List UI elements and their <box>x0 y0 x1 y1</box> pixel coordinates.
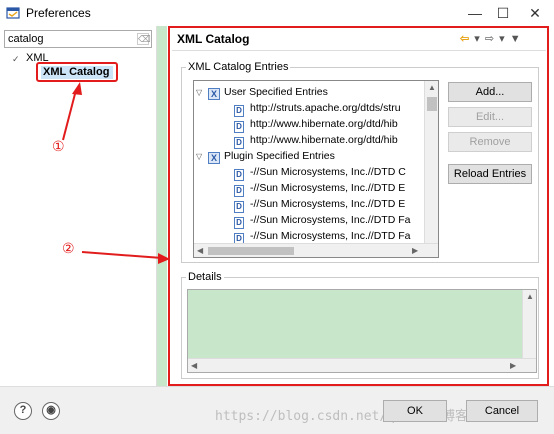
page-title: XML Catalog <box>177 32 250 46</box>
catalog-entry[interactable]: Dhttp://struts.apache.org/dtds/stru <box>234 100 401 117</box>
catalog-entry[interactable]: D -//Sun Microsystems, Inc.//DTD Fa <box>234 212 411 229</box>
xml-catalog-icon: X <box>208 88 220 100</box>
horizontal-scrollbar[interactable]: ◀ ▶ <box>194 243 438 257</box>
scroll-right-icon[interactable]: ▶ <box>412 246 418 255</box>
pane-divider[interactable] <box>157 26 167 386</box>
catalog-entry-label: -//Sun Microsystems, Inc.//DTD E <box>250 182 406 194</box>
catalog-entry[interactable]: Dhttp://www.hibernate.org/dtd/hib <box>234 132 398 149</box>
annotation-marker-2: ② <box>62 240 75 256</box>
back-arrow-icon[interactable]: ⇦ <box>460 33 470 45</box>
minimize-button[interactable]: — <box>460 2 490 24</box>
window-title: Preferences <box>26 6 91 20</box>
catalog-entry[interactable]: D -//Sun Microsystems, Inc.//DTD E <box>234 196 406 213</box>
catalog-entry-label: http://struts.apache.org/dtds/stru <box>250 102 401 114</box>
close-button[interactable]: ✕ <box>520 2 550 24</box>
annotation-marker-1: ① <box>52 138 65 154</box>
preferences-app-icon <box>6 7 20 19</box>
collapse-arrow-icon[interactable]: ▽ <box>196 149 206 165</box>
vertical-scrollbar[interactable]: ▲ <box>424 81 438 245</box>
details-vertical-scrollbar[interactable]: ▲ <box>522 290 536 360</box>
catalog-entries-tree[interactable]: ▽ X User Specified Entries Dhttp://struts.… <box>193 80 439 258</box>
tree-group-user-entries[interactable]: ▽ X User Specified Entries <box>196 84 328 100</box>
reload-entries-button[interactable]: Reload Entries <box>448 164 532 184</box>
catalog-entry-label: -//Sun Microsystems, Inc.//DTD C <box>250 166 406 178</box>
scroll-left-icon[interactable]: ◀ <box>191 361 197 370</box>
add-button[interactable]: Add... <box>448 82 532 102</box>
remove-button[interactable]: Remove <box>448 132 532 152</box>
expand-chevron-icon[interactable]: ✓ <box>12 54 20 65</box>
view-menu-icon[interactable]: ▼ <box>510 33 522 45</box>
clear-filter-icon[interactable]: ⌫ <box>137 33 151 45</box>
forward-dropdown-icon[interactable]: ▾ <box>499 33 506 45</box>
edit-button[interactable]: Edit... <box>448 107 532 127</box>
help-icon[interactable]: ? <box>14 402 32 420</box>
details-horizontal-scrollbar[interactable]: ◀ ▶ <box>188 358 536 372</box>
catalog-entry-label: -//Sun Microsystems, Inc.//DTD Fa <box>250 214 411 226</box>
catalog-entry-label: -//Sun Microsystems, Inc.//DTD Fa <box>250 230 411 242</box>
scroll-up-icon[interactable]: ▲ <box>526 292 534 301</box>
horizontal-scroll-thumb[interactable] <box>208 247 294 255</box>
collapse-arrow-icon[interactable]: ▽ <box>196 85 206 101</box>
header-divider <box>172 50 546 51</box>
details-label: Details <box>186 271 224 283</box>
vertical-scroll-thumb[interactable] <box>427 97 437 111</box>
catalog-entry-label: -//Sun Microsystems, Inc.//DTD E <box>250 198 406 210</box>
details-text-area[interactable]: ▲ ◀ ▶ <box>187 289 537 373</box>
tree-item-xml-catalog[interactable]: XML Catalog <box>43 66 109 78</box>
scroll-up-icon[interactable]: ▲ <box>428 83 436 92</box>
scroll-left-icon[interactable]: ◀ <box>197 246 203 255</box>
page-navigation: ⇦ ▾ ⇨ ▾ ▼ <box>460 32 522 45</box>
maximize-button[interactable]: ☐ <box>488 2 518 24</box>
catalog-entry[interactable]: D -//Sun Microsystems, Inc.//DTD C <box>234 164 406 181</box>
catalog-entry-label: http://www.hibernate.org/dtd/hib <box>250 118 398 130</box>
cancel-button[interactable]: Cancel <box>466 400 538 422</box>
back-dropdown-icon[interactable]: ▾ <box>474 33 481 45</box>
tree-group-label: User Specified Entries <box>224 86 328 98</box>
title-bar: Preferences — ☐ ✕ <box>0 0 554 26</box>
xml-catalog-icon: X <box>208 152 220 164</box>
catalog-entry[interactable]: D -//Sun Microsystems, Inc.//DTD E <box>234 180 406 197</box>
catalog-entry[interactable]: D -//Sun Microsystems, Inc.//DTD Fa <box>234 228 410 243</box>
scroll-right-icon[interactable]: ▶ <box>510 361 516 370</box>
catalog-entry[interactable]: Dhttp://www.hibernate.org/dtd/hib <box>234 116 398 133</box>
tree-group-label: Plugin Specified Entries <box>224 150 335 162</box>
forward-arrow-icon[interactable]: ⇨ <box>485 33 495 45</box>
tree-group-plugin-entries[interactable]: ▽ X Plugin Specified Entries <box>196 148 335 164</box>
filter-field[interactable]: ⌫ <box>4 30 152 48</box>
catalog-entries-label: XML Catalog Entries <box>186 61 291 73</box>
ok-button[interactable]: OK <box>383 400 447 422</box>
dtd-file-icon: D <box>234 233 244 243</box>
import-export-icon[interactable]: ◉ <box>42 402 60 420</box>
filter-input[interactable] <box>5 31 133 47</box>
catalog-entry-label: http://www.hibernate.org/dtd/hib <box>250 134 398 146</box>
